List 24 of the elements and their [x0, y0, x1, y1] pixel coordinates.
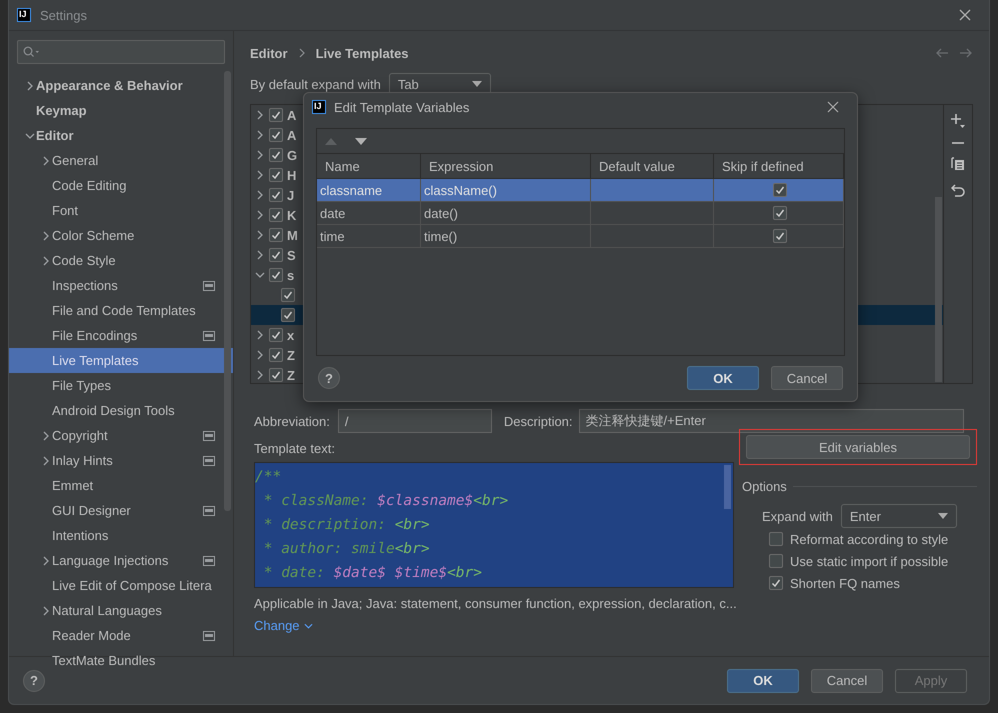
- applicable-contexts-text: Applicable in Java; Java: statement, consumer function, expression, declaration, c...: [254, 596, 737, 611]
- breadcrumb-item: Live Templates: [316, 46, 409, 60]
- section-title: Options: [742, 479, 787, 494]
- table-cell: classname: [317, 179, 421, 201]
- window-title: Settings: [40, 8, 87, 22]
- field-label: Expand with: [762, 508, 833, 524]
- code-line: /**: [255, 468, 282, 487]
- field-label: By default expand with: [250, 76, 381, 92]
- table-cell: date(): [421, 202, 591, 224]
- field-label: Template text:: [254, 441, 335, 456]
- code-line: * className: $classname$<br>: [262, 492, 510, 511]
- field-label: Description:: [504, 414, 573, 428]
- dialog-title: Edit Template Variables: [334, 100, 470, 114]
- app-logo: IJ: [17, 8, 31, 22]
- table-cell: time(): [421, 225, 591, 247]
- table-cell: time: [317, 225, 421, 247]
- code-line: * date: $date$ $time$<br>: [262, 564, 483, 583]
- breadcrumb-item: Editor: [250, 46, 288, 60]
- table-cell: className(): [421, 179, 591, 201]
- app-logo: IJ: [312, 100, 326, 114]
- code-line: * description: <br>: [262, 516, 431, 535]
- field-label: Abbreviation:: [254, 414, 330, 428]
- code-line: * author: smile<br>: [262, 540, 431, 559]
- table-cell: date: [317, 202, 421, 224]
